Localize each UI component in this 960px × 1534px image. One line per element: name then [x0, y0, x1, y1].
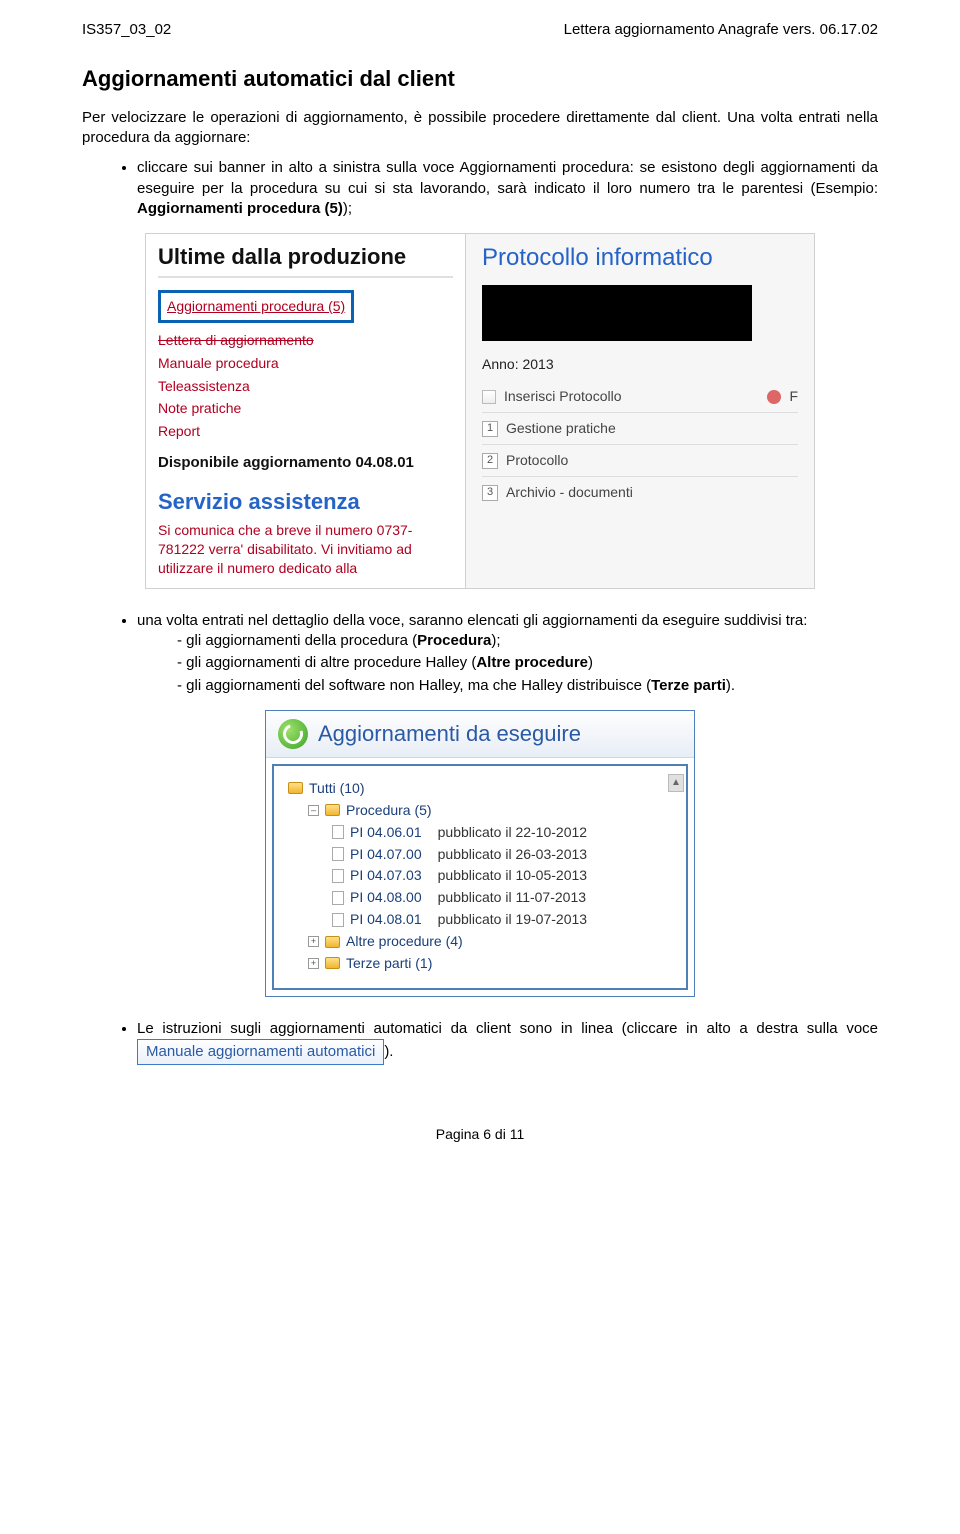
expand-icon[interactable]: + [308, 958, 319, 969]
tree-node-altre-procedure[interactable]: + Altre procedure (4) [288, 932, 672, 951]
manuale-aggiornamenti-link[interactable]: Manuale aggiornamenti automatici [137, 1039, 384, 1065]
screenshot-aggiornamenti-tree: Aggiornamenti da eseguire ▲ Tutti (10) –… [265, 710, 695, 997]
menu-item-archivio-documenti[interactable]: 3 Archivio - documenti [482, 483, 798, 508]
folder-icon [325, 936, 340, 948]
doc-title-right: Lettera aggiornamento Anagrafe vers. 06.… [564, 20, 878, 40]
folder-icon [288, 782, 303, 794]
sub-bullet-procedura: gli aggiornamenti della procedura (Proce… [177, 631, 878, 651]
menu-item-gestione-pratiche[interactable]: 1 Gestione pratiche [482, 419, 798, 445]
intro-paragraph: Per velocizzare le operazioni di aggiorn… [82, 108, 878, 149]
menu-item-protocollo[interactable]: 2 Protocollo [482, 451, 798, 477]
disponibile-aggiornamento-label: Disponibile aggiornamento 04.08.01 [158, 453, 453, 473]
link-note-pratiche[interactable]: Note pratiche [158, 399, 453, 418]
folder-icon [325, 804, 340, 816]
page-header: IS357_03_02 Lettera aggiornamento Anagra… [82, 20, 878, 40]
module-title: Protocollo informatico [482, 242, 798, 274]
file-icon [332, 847, 344, 861]
redacted-block [482, 285, 752, 341]
sidebar-title: Ultime dalla produzione [158, 242, 453, 278]
num-badge-1: 1 [482, 421, 498, 437]
link-aggiornamenti-procedura[interactable]: Aggiornamenti procedura (5) [158, 290, 354, 323]
sub-bullet-altre-procedure: gli aggiornamenti di altre procedure Hal… [177, 653, 878, 673]
expand-icon[interactable]: + [308, 936, 319, 947]
sidebar-panel: Ultime dalla produzione Aggiornamenti pr… [146, 234, 466, 588]
num-badge-2: 2 [482, 453, 498, 469]
file-icon [332, 891, 344, 905]
refresh-icon [278, 719, 308, 749]
bullet-item-1: cliccare sui banner in alto a sinistra s… [137, 158, 878, 219]
tree-node-terze-parti[interactable]: + Terze parti (1) [288, 954, 672, 973]
link-lettera-aggiornamento[interactable]: Lettera di aggiornamento [158, 331, 453, 350]
document-icon [482, 390, 496, 404]
page-footer: Pagina 6 di 11 [82, 1125, 878, 1144]
scrollbar-up[interactable]: ▲ [668, 774, 684, 792]
tree-leaf[interactable]: PI 04.08.00pubblicato il 11-07-2013 [288, 888, 672, 907]
file-icon [332, 869, 344, 883]
inserisci-protocollo-row[interactable]: Inserisci Protocollo F [482, 387, 798, 413]
screenshot-client-home: Ultime dalla produzione Aggiornamenti pr… [145, 233, 815, 589]
right-panel: Protocollo informatico Anno: 2013 Inseri… [466, 234, 814, 588]
servizio-assistenza-text: Si comunica che a breve il numero 0737-7… [158, 521, 453, 578]
tree-node-procedura[interactable]: – Procedura (5) [288, 801, 672, 820]
link-report[interactable]: Report [158, 422, 453, 441]
folder-icon [325, 957, 340, 969]
bullet-item-3: Le istruzioni sugli aggiornamenti automa… [137, 1019, 878, 1066]
section-heading: Aggiornamenti automatici dal client [82, 64, 878, 94]
num-badge-3: 3 [482, 485, 498, 501]
tree-leaf[interactable]: PI 04.08.01pubblicato il 19-07-2013 [288, 910, 672, 929]
file-icon [332, 913, 344, 927]
red-dot-icon [767, 390, 781, 404]
link-manuale-procedura[interactable]: Manuale procedura [158, 354, 453, 373]
doc-code: IS357_03_02 [82, 20, 171, 40]
tree-body: ▲ Tutti (10) – Procedura (5) PI 04.06.01… [272, 764, 688, 990]
file-icon [332, 825, 344, 839]
tree-leaf[interactable]: PI 04.07.03pubblicato il 10-05-2013 [288, 866, 672, 885]
sub-bullet-terze-parti: gli aggiornamenti del software non Halle… [177, 676, 878, 696]
anno-label: Anno: 2013 [482, 355, 798, 374]
tree-leaf[interactable]: PI 04.07.00pubblicato il 26-03-2013 [288, 845, 672, 864]
tree-root-tutti[interactable]: Tutti (10) [288, 779, 672, 798]
bullet-item-2: una volta entrati nel dettaglio della vo… [137, 611, 878, 696]
tree-leaf[interactable]: PI 04.06.01pubblicato il 22-10-2012 [288, 823, 672, 842]
dialog-title: Aggiornamenti da eseguire [266, 711, 694, 758]
link-teleassistenza[interactable]: Teleassistenza [158, 377, 453, 396]
servizio-assistenza-title: Servizio assistenza [158, 487, 453, 517]
collapse-icon[interactable]: – [308, 805, 319, 816]
